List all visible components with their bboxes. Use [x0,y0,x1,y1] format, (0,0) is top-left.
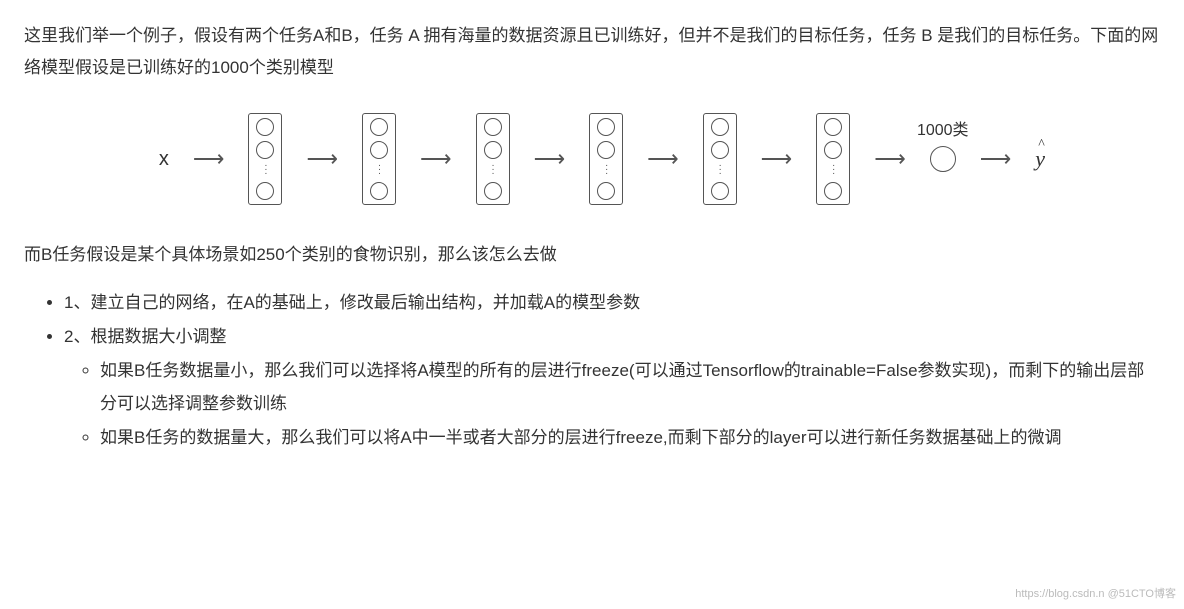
node-icon [484,141,502,159]
node-icon [824,118,842,136]
node-icon [597,141,615,159]
node-icon [597,182,615,200]
output-node-wrap: 1000类 [930,146,956,172]
layer-2: ··· [362,113,396,205]
arrow-icon: ⟶ [647,138,679,180]
node-icon [370,141,388,159]
layer-3: ··· [476,113,510,205]
node-icon [256,182,274,200]
arrow-icon: ⟶ [193,138,225,180]
node-icon [256,118,274,136]
arrow-icon: ⟶ [306,138,338,180]
node-icon [711,141,729,159]
node-icon [711,182,729,200]
network-diagram: x ⟶ ··· ⟶ ··· ⟶ ··· ⟶ ··· ⟶ ··· ⟶ ··· [24,113,1160,205]
layer-1: ··· [248,113,282,205]
list-item-label: 2、根据数据大小调整 [64,327,226,346]
dots-icon: ··· [491,164,493,176]
dots-icon: ··· [378,164,380,176]
layer-6: ··· [816,113,850,205]
list-item: 2、根据数据大小调整 如果B任务数据量小，那么我们可以选择将A模型的所有的层进行… [64,321,1160,454]
input-label: x [159,140,169,178]
arrow-icon: ⟶ [534,138,566,180]
dots-icon: ··· [605,164,607,176]
dots-icon: ··· [718,164,720,176]
output-node-icon [930,146,956,172]
list-item: 如果B任务数据量小，那么我们可以选择将A模型的所有的层进行freeze(可以通过… [100,355,1160,420]
intro-paragraph: 这里我们举一个例子，假设有两个任务A和B，任务 A 拥有海量的数据资源且已训练好… [24,20,1160,85]
steps-list: 1、建立自己的网络，在A的基础上，修改最后输出结构，并加载A的模型参数 2、根据… [24,287,1160,454]
arrow-icon: ⟶ [761,138,793,180]
arrow-icon: ⟶ [874,138,906,180]
layer-5: ··· [703,113,737,205]
paragraph-2: 而B任务假设是某个具体场景如250个类别的食物识别，那么该怎么去做 [24,239,1160,271]
arrow-icon: ⟶ [420,138,452,180]
node-icon [370,182,388,200]
node-icon [711,118,729,136]
output-class-label: 1000类 [917,116,969,146]
list-item: 1、建立自己的网络，在A的基础上，修改最后输出结构，并加载A的模型参数 [64,287,1160,319]
node-icon [824,141,842,159]
node-icon [256,141,274,159]
arrow-icon: ⟶ [980,138,1012,180]
output-label: ^y [1035,138,1045,180]
node-icon [370,118,388,136]
watermark: https://blog.csdn.n @51CTO博客 [1015,584,1176,605]
sub-list: 如果B任务数据量小，那么我们可以选择将A模型的所有的层进行freeze(可以通过… [64,355,1160,454]
list-item: 如果B任务的数据量大，那么我们可以将A中一半或者大部分的层进行freeze,而剩… [100,422,1160,454]
dots-icon: ··· [832,164,834,176]
node-icon [597,118,615,136]
dots-icon: ··· [264,164,266,176]
node-icon [824,182,842,200]
layer-4: ··· [589,113,623,205]
node-icon [484,118,502,136]
node-icon [484,182,502,200]
